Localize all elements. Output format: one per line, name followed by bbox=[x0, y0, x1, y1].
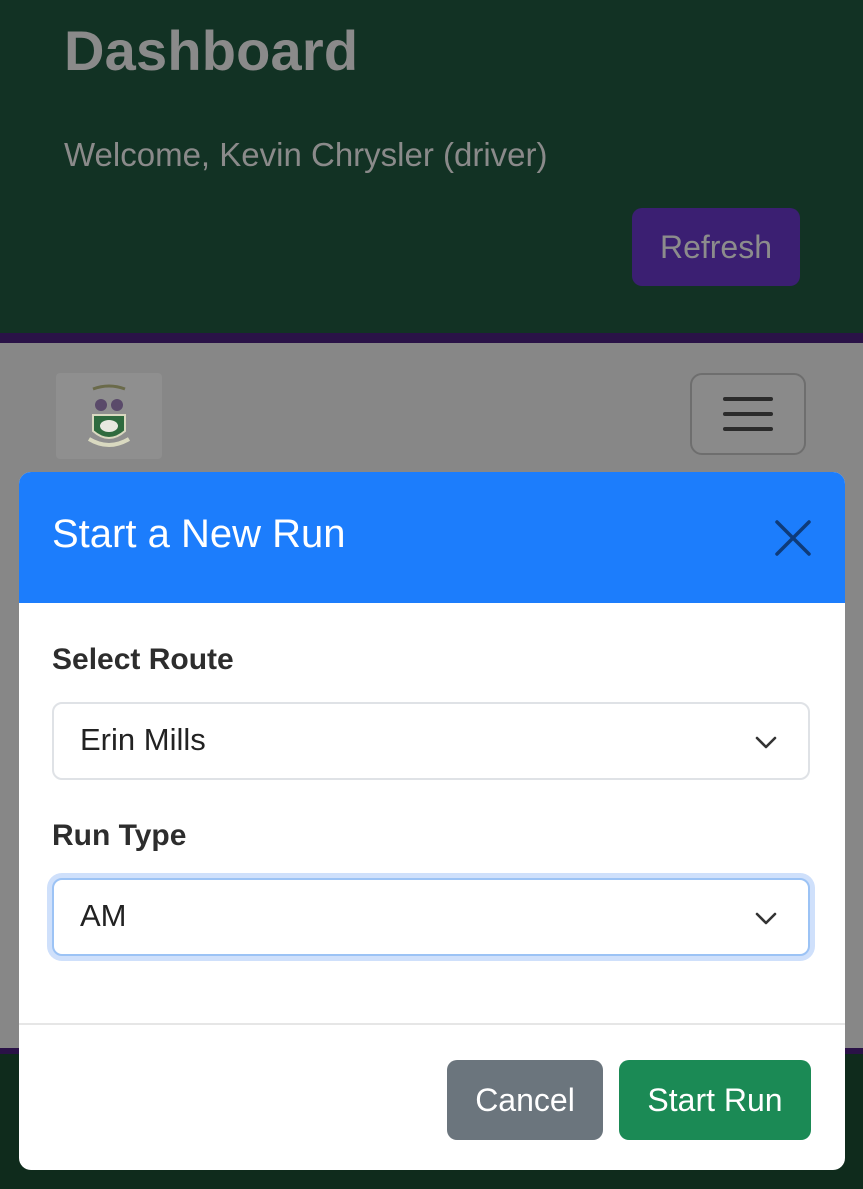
run-type-select[interactable]: AM bbox=[52, 878, 810, 956]
modal-body: Select Route Erin Mills Run Type AM bbox=[19, 603, 845, 1025]
run-type-label: Run Type bbox=[52, 819, 187, 852]
run-type-select-value: AM bbox=[80, 898, 127, 933]
welcome-text: Welcome, Kevin Chrysler (driver) bbox=[64, 136, 548, 173]
page-title: Dashboard bbox=[64, 19, 359, 82]
chevron-down-icon bbox=[755, 912, 777, 925]
refresh-button[interactable]: Refresh bbox=[632, 208, 800, 286]
hamburger-menu-icon[interactable] bbox=[690, 373, 806, 455]
route-select-value: Erin Mills bbox=[80, 722, 206, 757]
crest-icon bbox=[87, 384, 131, 447]
school-crest-logo[interactable] bbox=[56, 373, 162, 459]
start-run-modal: Start a New Run Select Route Erin Mills … bbox=[19, 472, 845, 1170]
header-divider bbox=[0, 333, 863, 343]
cancel-button[interactable]: Cancel bbox=[447, 1060, 603, 1140]
modal-footer: Cancel Start Run bbox=[19, 1023, 845, 1170]
modal-title: Start a New Run bbox=[52, 512, 346, 556]
route-label: Select Route bbox=[52, 643, 234, 676]
dashboard-header: Dashboard Welcome, Kevin Chrysler (drive… bbox=[0, 0, 863, 333]
start-run-button[interactable]: Start Run bbox=[619, 1060, 811, 1140]
chevron-down-icon bbox=[755, 736, 777, 749]
close-icon[interactable] bbox=[771, 516, 815, 560]
route-select[interactable]: Erin Mills bbox=[52, 702, 810, 780]
modal-header: Start a New Run bbox=[19, 472, 845, 603]
